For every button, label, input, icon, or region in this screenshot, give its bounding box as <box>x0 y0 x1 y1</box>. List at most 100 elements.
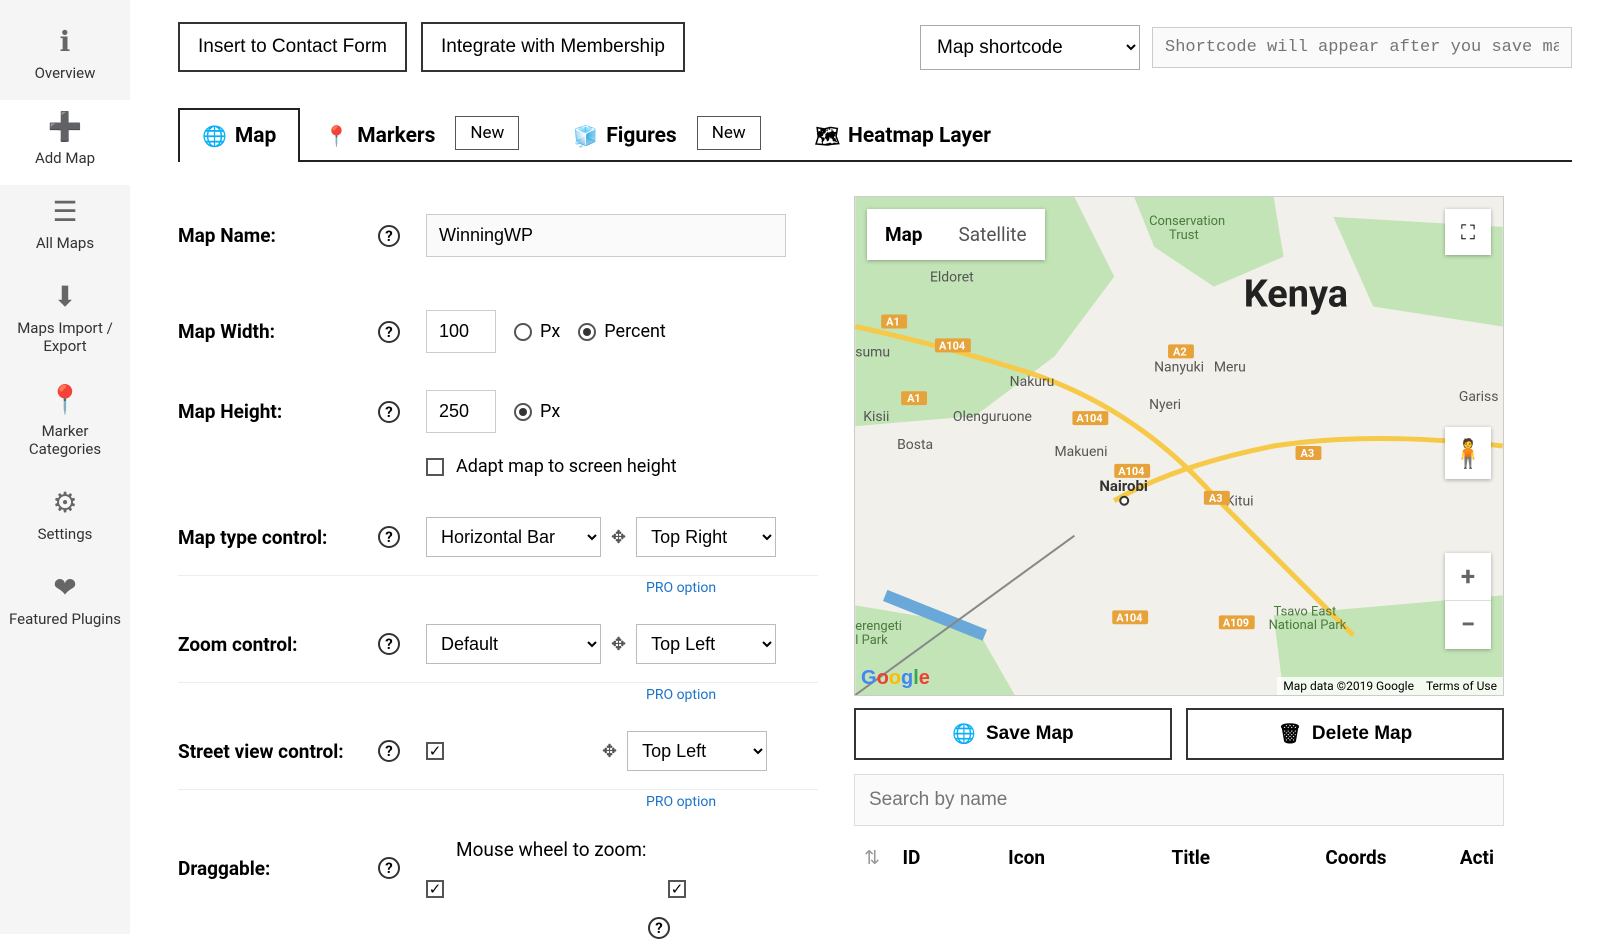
svg-text:Trust: Trust <box>1169 228 1199 243</box>
svg-text:A109: A109 <box>1223 616 1249 629</box>
zoom-pos-select[interactable]: Top Left <box>636 624 776 664</box>
shortcode-select[interactable]: Map shortcode <box>920 25 1140 70</box>
wheel-label: Mouse wheel to zoom: <box>456 838 656 861</box>
height-input[interactable] <box>426 390 496 433</box>
markers-new-button[interactable]: New <box>455 116 519 150</box>
svg-text:Makueni: Makueni <box>1055 444 1108 460</box>
move-icon[interactable]: ✥ <box>602 741 617 762</box>
svg-text:A2: A2 <box>1173 345 1187 358</box>
svg-text:A104: A104 <box>1118 465 1144 478</box>
svg-text:Nairobi: Nairobi <box>1099 477 1148 495</box>
tab-figures[interactable]: 🧊Figures <box>549 108 700 162</box>
help-icon[interactable]: ? <box>378 526 400 548</box>
settings-form: Map Name:? Map Width:? Px Percent Map He… <box>178 196 818 939</box>
width-percent-radio[interactable]: Percent <box>578 321 666 342</box>
zoom-select[interactable]: Default <box>426 624 601 664</box>
shortcode-output[interactable] <box>1152 27 1572 68</box>
pro-label: PRO option <box>178 683 818 713</box>
pegman-icon[interactable]: 🧍 <box>1445 427 1491 479</box>
map-attribution: Map data ©2019 GoogleTerms of Use <box>1277 677 1503 695</box>
svg-text:erengeti: erengeti <box>855 619 902 634</box>
sidebar-add-map[interactable]: ➕Add Map <box>0 100 130 185</box>
info-icon: ℹ <box>5 25 125 58</box>
save-map-button[interactable]: 🌐Save Map <box>854 708 1172 760</box>
help-icon[interactable]: ? <box>378 857 400 879</box>
svg-text:Kisii: Kisii <box>863 409 889 425</box>
help-icon[interactable]: ? <box>378 633 400 655</box>
wheel-checkbox[interactable]: ✓ <box>668 880 686 898</box>
trash-icon: 🗑 <box>1278 722 1302 746</box>
integrate-membership-button[interactable]: Integrate with Membership <box>421 22 685 72</box>
heart-icon: ❤ <box>5 571 125 604</box>
zoom-in-button[interactable]: + <box>1445 553 1491 601</box>
street-label: Street view control: <box>178 740 378 763</box>
adapt-label: Adapt map to screen height <box>456 456 677 477</box>
svg-text:Eldoret: Eldoret <box>930 270 974 286</box>
map-name-input[interactable] <box>426 214 786 257</box>
help-icon[interactable]: ? <box>378 740 400 762</box>
fullscreen-button[interactable]: ⛶ <box>1445 209 1491 255</box>
svg-text:A3: A3 <box>1209 492 1223 505</box>
drag-checkbox[interactable]: ✓ <box>426 880 444 898</box>
sidebar-overview[interactable]: ℹOverview <box>0 15 130 100</box>
map-canvas[interactable]: Kenya Eldoret sumu Nakuru Kisii Bosta Na… <box>854 196 1504 696</box>
delete-map-button[interactable]: 🗑Delete Map <box>1186 708 1504 760</box>
svg-text:sumu: sumu <box>855 344 890 360</box>
height-px-radio[interactable]: Px <box>514 401 560 422</box>
move-icon[interactable]: ✥ <box>611 527 626 548</box>
drag-label: Draggable: <box>178 857 378 880</box>
maptype-pos-select[interactable]: Top Right <box>636 517 776 557</box>
map-type-map[interactable]: Map <box>867 209 941 260</box>
map-type-satellite[interactable]: Satellite <box>941 209 1045 260</box>
map-type-toggle: Map Satellite <box>867 209 1045 260</box>
help-icon[interactable]: ? <box>378 401 400 423</box>
tab-map[interactable]: 🌐Map <box>178 108 300 162</box>
plus-icon: ➕ <box>5 110 125 143</box>
main-content: Insert to Contact Form Integrate with Me… <box>130 0 1600 934</box>
download-icon: ⬇ <box>5 280 125 313</box>
insert-contact-button[interactable]: Insert to Contact Form <box>178 22 407 72</box>
svg-text:Kenya: Kenya <box>1244 273 1348 317</box>
svg-text:A1: A1 <box>907 392 921 405</box>
width-input[interactable] <box>426 310 496 353</box>
sidebar-settings[interactable]: ⚙Settings <box>0 476 130 561</box>
list-icon: ☰ <box>5 195 125 228</box>
tab-markers[interactable]: 📍Markers <box>300 108 459 162</box>
zoom-out-button[interactable]: − <box>1445 601 1491 649</box>
sort-icon[interactable]: ⇅ <box>864 846 902 869</box>
svg-text:Nakuru: Nakuru <box>1010 374 1055 390</box>
sidebar-import-export[interactable]: ⬇Maps Import / Export <box>0 270 130 373</box>
width-px-radio[interactable]: Px <box>514 321 560 342</box>
svg-text:A104: A104 <box>1116 611 1142 624</box>
google-logo: Google <box>861 667 930 690</box>
zoom-label: Zoom control: <box>178 633 378 656</box>
help-icon[interactable]: ? <box>378 225 400 247</box>
sidebar-all-maps[interactable]: ☰All Maps <box>0 185 130 270</box>
svg-text:l Park: l Park <box>855 633 888 648</box>
tab-heatmap[interactable]: 🗺Heatmap Layer <box>791 108 1015 162</box>
tabs: 🌐Map 📍Markers New 🧊Figures New 🗺Heatmap … <box>178 106 1572 162</box>
street-pos-select[interactable]: Top Left <box>627 731 767 771</box>
svg-text:Bosta: Bosta <box>897 437 933 453</box>
adapt-checkbox[interactable] <box>426 458 444 476</box>
help-icon[interactable]: ? <box>378 321 400 343</box>
svg-text:Conservation: Conservation <box>1149 214 1225 229</box>
search-input[interactable] <box>854 774 1504 826</box>
help-icon[interactable]: ? <box>648 917 670 939</box>
svg-text:National Park: National Park <box>1269 618 1347 633</box>
globe-icon: 🌐 <box>952 722 976 746</box>
globe-icon: 🌐 <box>202 124 227 148</box>
figures-new-button[interactable]: New <box>697 116 761 150</box>
marker-icon: 📍 <box>324 124 349 148</box>
street-checkbox[interactable]: ✓ <box>426 742 444 760</box>
svg-text:Meru: Meru <box>1214 359 1246 375</box>
sidebar: ℹOverview ➕Add Map ☰All Maps ⬇Maps Impor… <box>0 0 130 934</box>
maptype-select[interactable]: Horizontal Bar <box>426 517 601 557</box>
sidebar-marker-cats[interactable]: 📍Marker Categories <box>0 373 130 476</box>
pro-label: PRO option <box>178 790 818 820</box>
sidebar-featured[interactable]: ❤Featured Plugins <box>0 561 130 646</box>
pin-icon: 📍 <box>5 383 125 416</box>
move-icon[interactable]: ✥ <box>611 634 626 655</box>
gear-icon: ⚙ <box>5 486 125 519</box>
svg-text:Tsavo East: Tsavo East <box>1274 604 1337 619</box>
